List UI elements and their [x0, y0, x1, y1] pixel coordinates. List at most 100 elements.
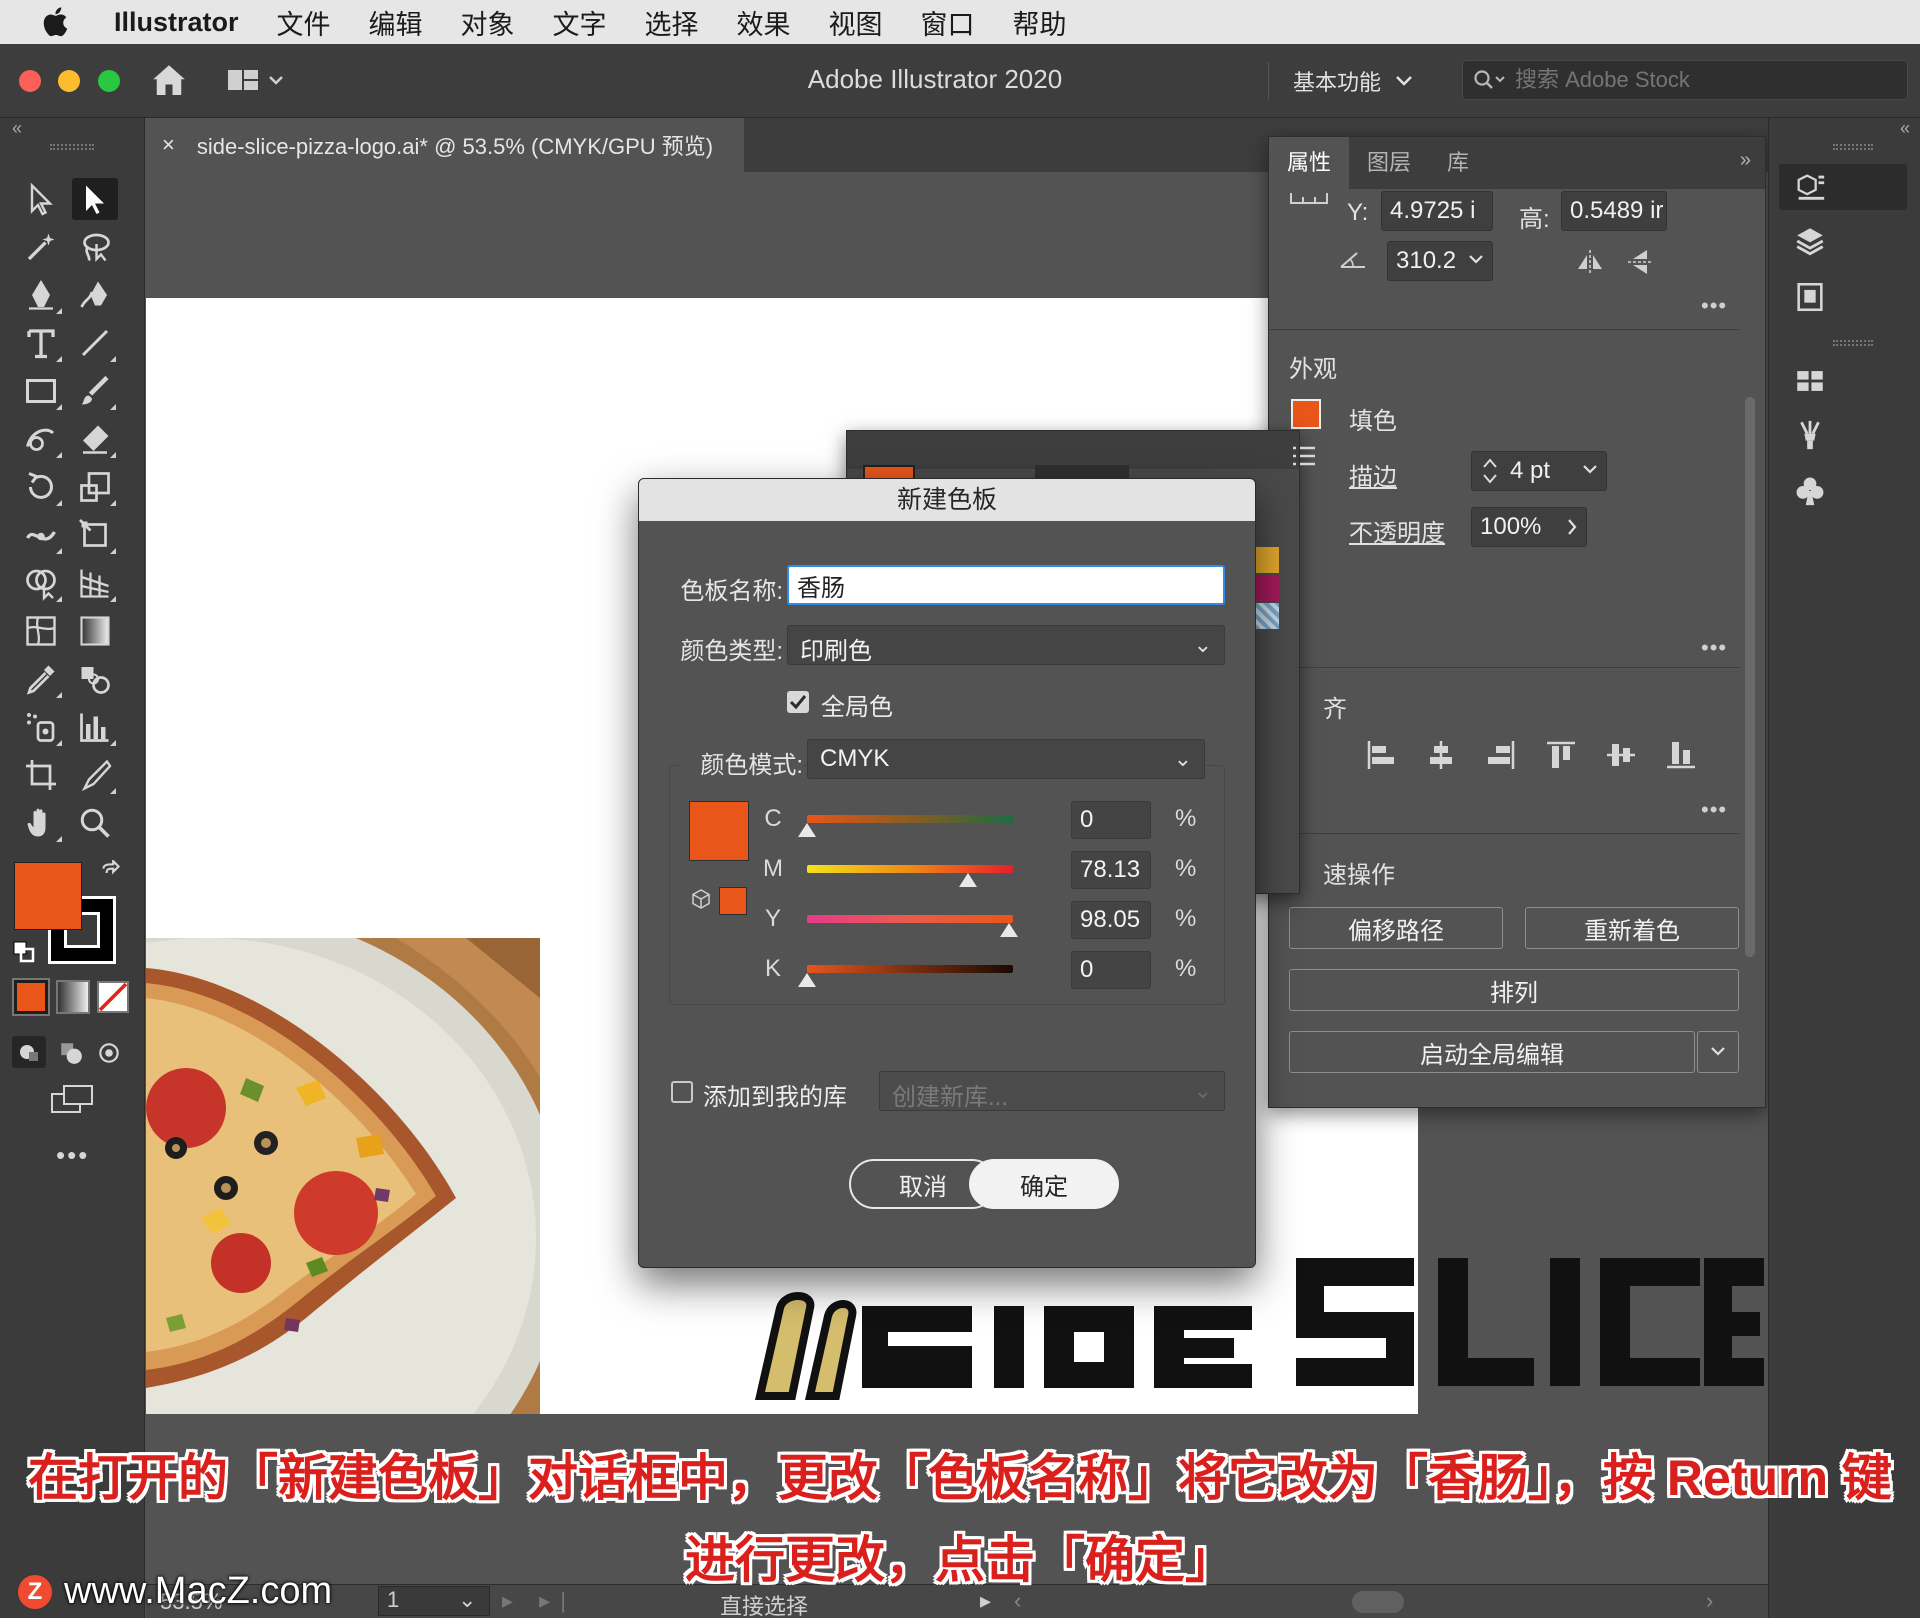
gradient-mode-button[interactable] — [56, 980, 90, 1014]
stroke-label[interactable]: 描边 — [1349, 457, 1397, 492]
draw-mode-normal-button[interactable] — [12, 1036, 46, 1068]
menu-select[interactable]: 选择 — [645, 3, 699, 42]
scrollbar-thumb[interactable] — [1745, 397, 1755, 957]
swatch-magenta[interactable] — [1255, 575, 1279, 601]
ok-button[interactable]: 确定 — [969, 1159, 1119, 1209]
dock-properties-button[interactable] — [1779, 164, 1907, 210]
free-transform-tool[interactable] — [72, 514, 118, 556]
arrange-button[interactable]: 排列 — [1289, 969, 1739, 1011]
dock-symbols-button[interactable] — [1779, 468, 1907, 514]
curvature-tool[interactable] — [72, 274, 118, 316]
recolor-button[interactable]: 重新着色 — [1525, 907, 1739, 949]
draw-behind-icon[interactable] — [58, 1040, 84, 1066]
swatch-yellow[interactable] — [1255, 547, 1279, 573]
close-document-icon[interactable]: × — [162, 132, 175, 158]
web-safe-swatch[interactable] — [719, 887, 747, 915]
magenta-value-field[interactable]: 78.13 — [1071, 851, 1151, 889]
magenta-slider-thumb[interactable] — [958, 873, 977, 887]
align-horizontal-center-icon[interactable] — [1425, 739, 1457, 771]
properties-scrollbar[interactable] — [1743, 197, 1757, 1097]
tab-properties[interactable]: 属性 — [1269, 137, 1350, 189]
dock-layers-button[interactable] — [1779, 218, 1907, 264]
line-segment-tool[interactable] — [72, 322, 118, 364]
dock-swatches-button[interactable] — [1779, 358, 1907, 404]
hand-tool[interactable] — [18, 802, 64, 844]
align-more-options[interactable]: ••• — [1701, 797, 1727, 823]
dock-libraries-button[interactable] — [1779, 274, 1907, 320]
opacity-field[interactable]: 100% — [1471, 507, 1587, 547]
swatch-pattern[interactable] — [1255, 603, 1279, 629]
column-graph-tool[interactable] — [72, 706, 118, 748]
apple-menu-icon[interactable] — [40, 5, 74, 39]
horizontal-scroll-thumb[interactable] — [1352, 1591, 1404, 1613]
menu-file[interactable]: 文件 — [277, 3, 331, 42]
stepper-icon[interactable] — [1480, 456, 1500, 486]
collapse-dock-button[interactable]: « — [1900, 118, 1910, 139]
chevron-down-icon[interactable] — [1582, 464, 1598, 476]
color-mode-button[interactable] — [12, 978, 50, 1016]
stock-search-input[interactable] — [1515, 67, 1855, 93]
shape-builder-tool[interactable] — [18, 562, 64, 604]
color-type-select[interactable]: 印刷色 ⌄ — [787, 625, 1225, 665]
menu-view[interactable]: 视图 — [829, 3, 883, 42]
height-field[interactable]: 0.5489 ir — [1561, 191, 1667, 231]
panel-grip[interactable] — [50, 144, 94, 150]
stock-search-box[interactable] — [1462, 60, 1908, 100]
collapse-toolbar-button[interactable]: « — [12, 118, 22, 139]
width-tool[interactable] — [18, 514, 64, 556]
cyan-slider-track[interactable] — [807, 815, 1013, 823]
expand-panel-icon[interactable]: » — [1740, 149, 1751, 172]
transform-more-options[interactable]: ••• — [1701, 293, 1727, 319]
global-edit-options-button[interactable] — [1697, 1031, 1739, 1073]
scale-tool[interactable] — [72, 466, 118, 508]
perspective-grid-tool[interactable] — [72, 562, 118, 604]
tab-layers[interactable]: 图层 — [1349, 137, 1429, 189]
pizza-photo[interactable] — [146, 938, 540, 1414]
reference-point-icon[interactable] — [1289, 191, 1329, 205]
black-value-field[interactable]: 0 — [1071, 951, 1151, 989]
slice-tool[interactable] — [72, 754, 118, 796]
menu-object[interactable]: 对象 — [461, 3, 515, 42]
panel-grip[interactable] — [1833, 144, 1873, 150]
gradient-tool[interactable] — [72, 610, 118, 652]
default-fill-stroke-icon[interactable] — [12, 940, 36, 964]
pen-tool[interactable] — [18, 274, 64, 316]
black-slider-track[interactable] — [807, 965, 1013, 973]
menu-type[interactable]: 文字 — [553, 3, 607, 42]
fill-swatch[interactable] — [1291, 399, 1321, 429]
opacity-label[interactable]: 不透明度 — [1349, 513, 1445, 548]
add-to-library-checkbox[interactable] — [671, 1081, 693, 1103]
rotation-field[interactable]: 310.2 — [1387, 241, 1493, 281]
draw-inside-icon[interactable] — [96, 1040, 122, 1066]
blend-tool[interactable] — [72, 658, 118, 700]
align-vertical-center-icon[interactable] — [1605, 739, 1637, 771]
eyedropper-tool[interactable] — [18, 658, 64, 700]
direct-selection-tool[interactable] — [72, 178, 118, 220]
selection-tool[interactable] — [18, 178, 64, 220]
cyan-slider-thumb[interactable] — [798, 823, 816, 837]
shaper-tool[interactable] — [18, 418, 64, 460]
artboard-tool[interactable] — [18, 754, 64, 796]
magic-wand-tool[interactable] — [18, 226, 64, 268]
type-tool[interactable] — [18, 322, 64, 364]
flip-vertical-icon[interactable] — [1625, 247, 1655, 277]
black-slider-thumb[interactable] — [798, 973, 816, 987]
fill-color-swatch[interactable] — [14, 862, 82, 930]
global-color-checkbox[interactable] — [787, 691, 809, 713]
eraser-tool[interactable] — [72, 418, 118, 460]
swatch-name-input[interactable] — [787, 565, 1225, 605]
align-bottom-icon[interactable] — [1665, 739, 1697, 771]
dock-brushes-button[interactable] — [1779, 412, 1907, 458]
magenta-slider-track[interactable] — [807, 865, 1013, 873]
screen-mode-icon[interactable] — [48, 1082, 96, 1118]
color-mode-select[interactable]: CMYK ⌄ — [807, 739, 1205, 779]
symbol-sprayer-tool[interactable] — [18, 706, 64, 748]
yellow-value-field[interactable]: 98.05 — [1071, 901, 1151, 939]
offset-path-button[interactable]: 偏移路径 — [1289, 907, 1503, 949]
edit-toolbar-button[interactable]: ••• — [56, 1140, 89, 1171]
start-global-edit-button[interactable]: 启动全局编辑 — [1289, 1031, 1695, 1073]
list-view-icon[interactable] — [1291, 445, 1317, 467]
menu-help[interactable]: 帮助 — [1013, 3, 1067, 42]
menu-window[interactable]: 窗口 — [921, 3, 975, 42]
cyan-value-field[interactable]: 0 — [1071, 801, 1151, 839]
